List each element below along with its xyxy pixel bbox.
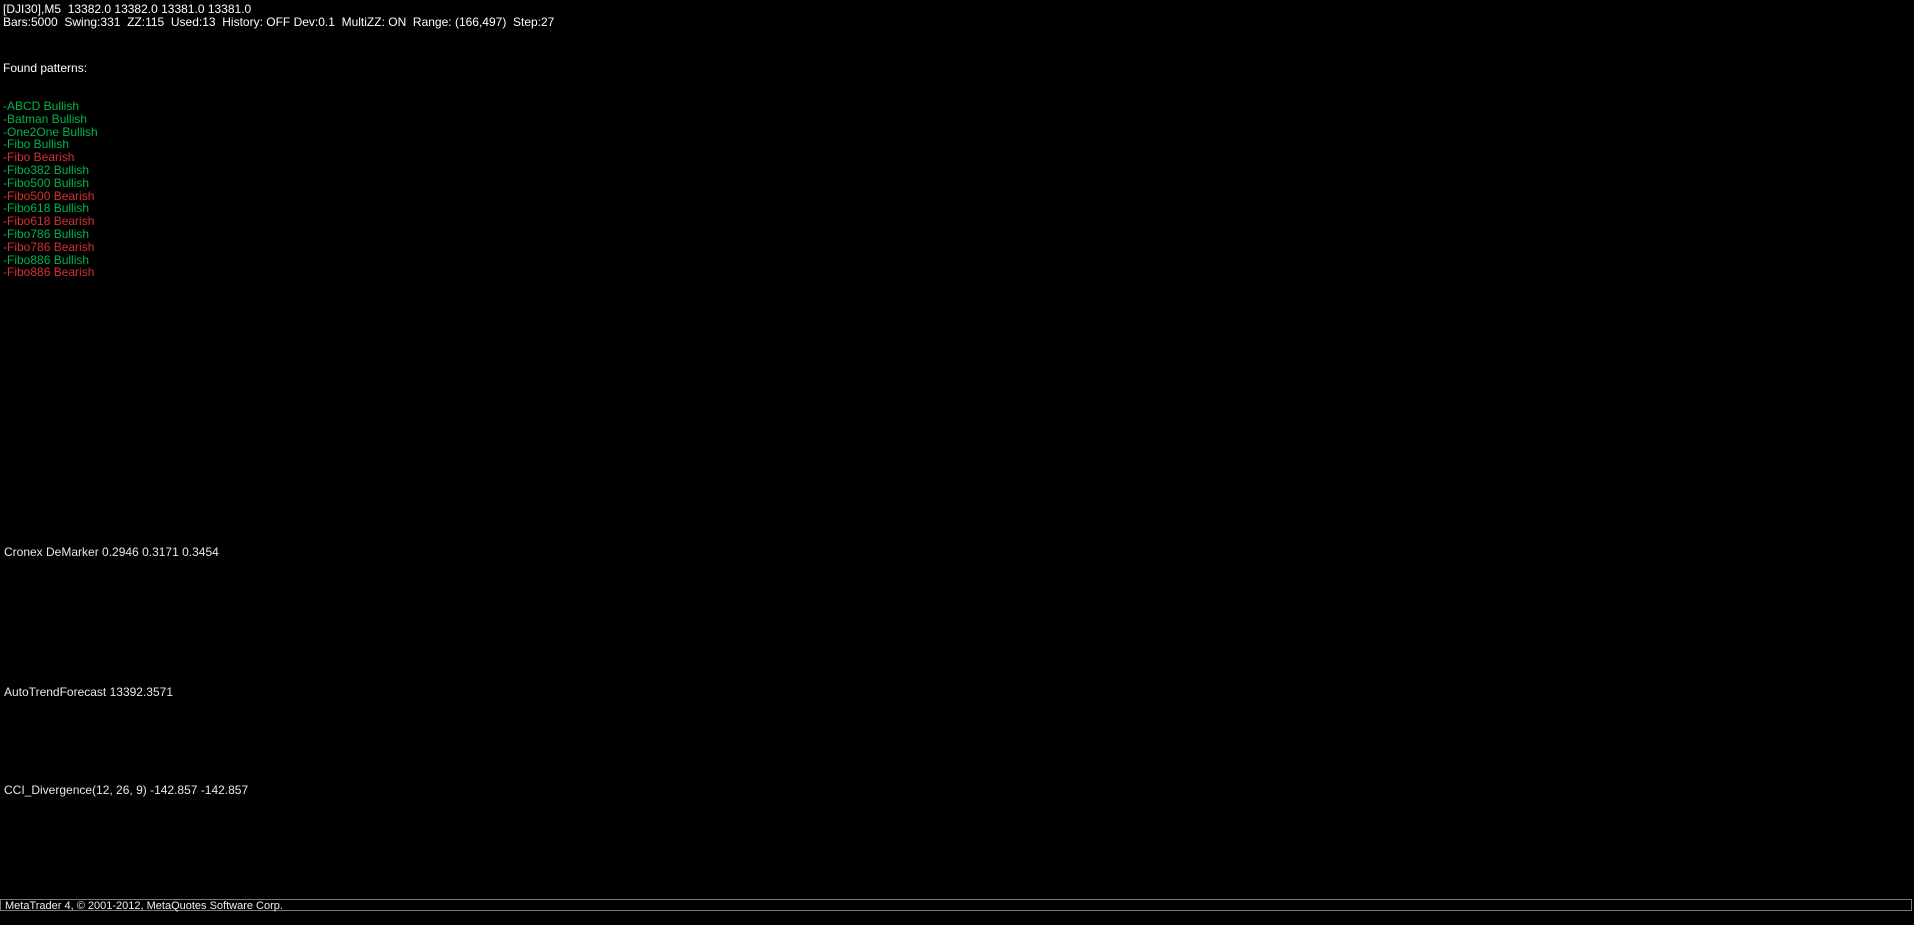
pattern-item: -Fibo786 Bearish <box>3 239 95 254</box>
pattern-item: -Fibo500 Bullish <box>3 175 90 190</box>
mt4-window: [DJI30],M5 13382.0 13382.0 13381.0 13381… <box>0 0 1914 925</box>
atf-pane-title: AutoTrendForecast 13392.3571 <box>4 685 174 699</box>
pattern-item: -ABCD Bullish <box>3 98 80 113</box>
status-bar: MetaTrader 4, © 2001-2012, MetaQuotes So… <box>0 899 1912 912</box>
time-axis[interactable] <box>0 912 1914 925</box>
found-patterns-list: Found patterns: -ABCD Bullish -Batman Bul… <box>3 36 98 305</box>
pattern-item: -Batman Bullish <box>3 111 88 126</box>
cci-pane-title: CCI_Divergence(12, 26, 9) -142.857 -142.… <box>4 783 249 797</box>
price-axis[interactable] <box>1837 0 1914 898</box>
pattern-item: -Fibo382 Bullish <box>3 162 90 177</box>
pattern-item: -Fibo786 Bullish <box>3 226 90 241</box>
symbol-ohlc-line: [DJI30],M5 13382.0 13382.0 13381.0 13381… <box>3 2 252 16</box>
indicator-info-line: Bars:5000 Swing:331 ZZ:115 Used:13 Histo… <box>3 15 555 29</box>
found-patterns-header: Found patterns: <box>3 60 88 75</box>
chart-canvas[interactable] <box>0 0 1914 925</box>
pattern-item: -Fibo886 Bearish <box>3 265 95 280</box>
demarker-pane-title: Cronex DeMarker 0.2946 0.3171 0.3454 <box>4 545 219 559</box>
